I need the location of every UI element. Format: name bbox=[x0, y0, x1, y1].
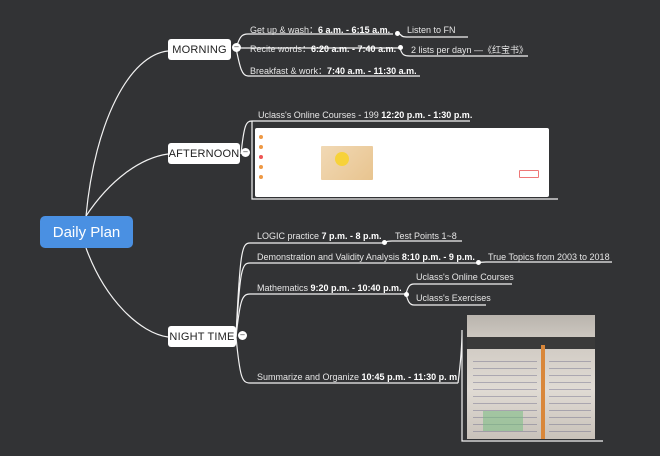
night-note-testpoints[interactable]: Test Points 1~8 bbox=[395, 230, 457, 242]
afternoon-item-course[interactable]: Uclass's Online Courses - 199 12:20 p.m.… bbox=[258, 109, 472, 121]
night-note-courses[interactable]: Uclass's Online Courses bbox=[416, 271, 514, 283]
node-dot-icon bbox=[404, 292, 409, 297]
night-item-demonstration[interactable]: Demonstration and Validity Analysis 8:10… bbox=[257, 251, 475, 263]
collapse-icon[interactable]: − bbox=[241, 148, 250, 157]
morning-item-breakfast[interactable]: Breakfast & work：7:40 a.m. - 11:30 a.m. bbox=[250, 65, 417, 77]
night-note-truetopics[interactable]: True Topics from 2003 to 2018 bbox=[488, 251, 610, 263]
node-dot-icon bbox=[382, 240, 387, 245]
night-item-mathematics[interactable]: Mathematics 9:20 p.m. - 10:40 p.m. bbox=[257, 282, 402, 294]
node-dot-icon bbox=[398, 45, 403, 50]
link-root-night bbox=[85, 247, 169, 338]
course-screenshot-image bbox=[255, 128, 549, 197]
night-note-exercises[interactable]: Uclass's Exercises bbox=[416, 292, 491, 304]
notebook-photo-image bbox=[467, 315, 595, 439]
morning-item-recite[interactable]: Recite words：6:20 a.m. - 7:40 a.m. bbox=[250, 43, 396, 55]
morning-note-fn[interactable]: Listen to FN bbox=[407, 24, 456, 36]
root-node[interactable]: Daily Plan bbox=[40, 216, 133, 248]
topic-afternoon[interactable]: AFTERNOON bbox=[168, 143, 240, 164]
link-root-morning bbox=[85, 50, 169, 217]
lightbulb-icon bbox=[335, 152, 349, 166]
collapse-icon[interactable]: − bbox=[232, 43, 241, 52]
node-dot-icon bbox=[476, 260, 481, 265]
node-dot-icon bbox=[395, 31, 400, 36]
link-root-afternoon bbox=[85, 153, 169, 217]
morning-note-lists[interactable]: 2 lists per dayn —《红宝书》 bbox=[411, 44, 528, 56]
night-item-summarize[interactable]: Summarize and Organize 10:45 p.m. - 11:3… bbox=[257, 371, 457, 383]
morning-item-wash[interactable]: Get up & wash：6 a.m. - 6:15 a.m. bbox=[250, 24, 390, 36]
night-item-logic[interactable]: LOGIC practice 7 p.m. - 8 p.m. bbox=[257, 230, 382, 242]
collapse-icon[interactable]: − bbox=[238, 331, 247, 340]
topic-morning[interactable]: MORNING bbox=[168, 39, 231, 60]
topic-night-time[interactable]: NIGHT TIME bbox=[168, 326, 236, 347]
